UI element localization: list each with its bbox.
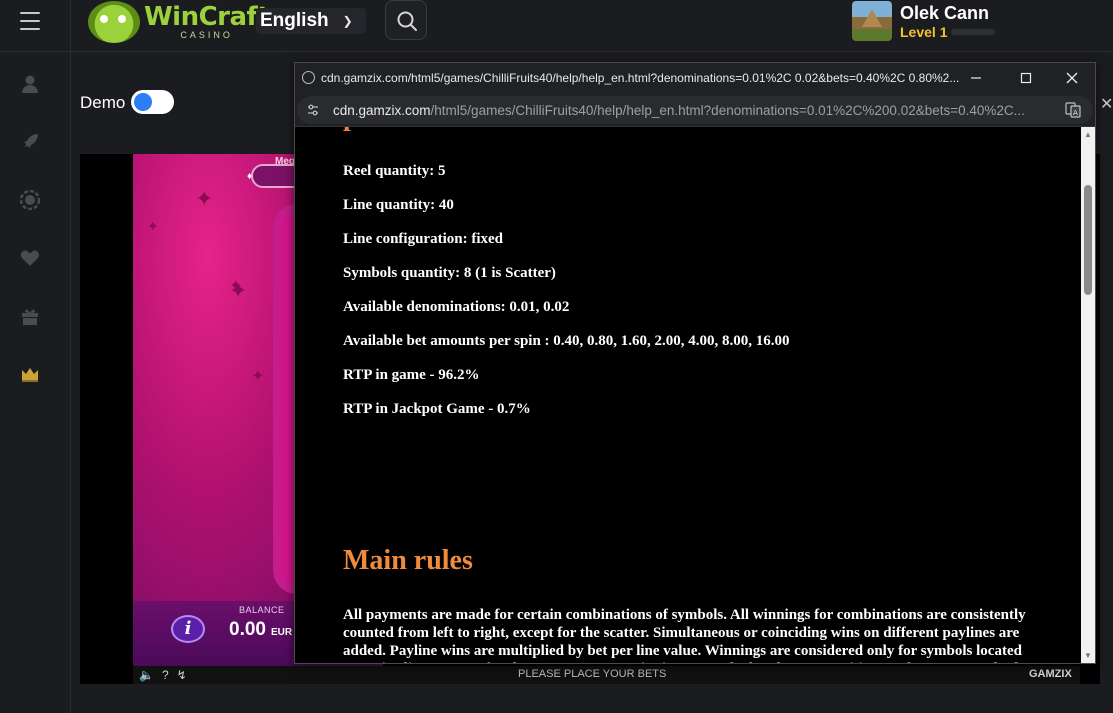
- minimize-button[interactable]: [961, 66, 991, 90]
- user-name: Olek Cann: [900, 2, 990, 23]
- sound-icon[interactable]: 🔈: [139, 668, 154, 682]
- scroll-up-arrow-icon[interactable]: ▲: [1084, 130, 1092, 139]
- rocket-icon[interactable]: [20, 132, 40, 152]
- scrollbar[interactable]: ▲ ▼: [1081, 127, 1095, 663]
- sparkle-icon: ✦: [251, 368, 265, 385]
- top-header: WinCraft CASINO English ❯ Olek Cann Leve…: [0, 0, 1113, 52]
- balance-currency: EUR: [271, 627, 293, 638]
- footer-brand: GAMZIX: [1029, 668, 1072, 680]
- main-rules-heading: Main rules: [343, 545, 473, 576]
- site-settings-icon[interactable]: [307, 104, 319, 116]
- level-progress-bar: [951, 28, 996, 35]
- maximize-button[interactable]: [1011, 66, 1041, 90]
- window-titlebar[interactable]: cdn.gamzix.com/html5/games/ChilliFruits4…: [295, 63, 1095, 93]
- logo-brand: WinCraft: [144, 2, 270, 32]
- globe-icon: [302, 71, 315, 84]
- help-popup-window: cdn.gamzix.com/html5/games/ChilliFruits4…: [294, 62, 1096, 664]
- sparkle-icon: ✦: [229, 278, 248, 303]
- param-symbols-quantity: Symbols quantity: 8 (1 is Scatter): [343, 265, 556, 281]
- toggle-knob: [134, 93, 152, 111]
- game-footer: 🔈 ? ↯ PLEASE PLACE YOUR BETS GAMZIX: [133, 666, 1080, 684]
- scroll-down-arrow-icon[interactable]: ▼: [1084, 651, 1092, 660]
- help-content: p Reel quantity: 5 Line quantity: 40 Lin…: [295, 127, 1081, 663]
- hamburger-icon[interactable]: [20, 12, 40, 30]
- language-label: English: [260, 10, 329, 31]
- param-rtp-game: RTP in game - 96.2%: [343, 367, 480, 383]
- logo-mascot-icon: [88, 1, 140, 43]
- param-line-quantity: Line quantity: 40: [343, 197, 454, 213]
- scroll-thumb[interactable]: [1084, 185, 1092, 295]
- param-denominations: Available denominations: 0.01, 0.02: [343, 299, 570, 315]
- demo-label: Demo: [80, 93, 126, 112]
- sparkle-icon: ✦: [195, 186, 214, 211]
- logo-sub: CASINO: [180, 30, 233, 40]
- close-button[interactable]: [1057, 66, 1087, 90]
- close-icon[interactable]: ✕: [1100, 94, 1113, 114]
- user-profile[interactable]: Olek Cann Level 1: [852, 0, 996, 42]
- sidebar-divider: [70, 0, 71, 713]
- param-rtp-jackpot: RTP in Jackpot Game - 0.7%: [343, 401, 531, 417]
- user-icon[interactable]: [20, 74, 40, 94]
- search-button[interactable]: [385, 0, 427, 40]
- param-bet-amounts: Available bet amounts per spin : 0.40, 0…: [343, 333, 790, 349]
- search-icon: [397, 11, 417, 31]
- logo[interactable]: WinCraft CASINO: [88, 0, 270, 44]
- heart-icon[interactable]: [20, 248, 40, 268]
- param-reel-quantity: Reel quantity: 5: [343, 163, 446, 179]
- crown-icon[interactable]: [20, 364, 40, 384]
- help-icon[interactable]: ?: [162, 668, 169, 682]
- info-button[interactable]: i: [171, 615, 205, 643]
- balance-value: 0.00: [229, 619, 266, 640]
- footer-message: PLEASE PLACE YOUR BETS: [518, 668, 667, 680]
- casino-chip-icon[interactable]: [20, 190, 40, 210]
- balance-label: BALANCE: [239, 605, 285, 615]
- window-title: cdn.gamzix.com/html5/games/ChilliFruits4…: [321, 71, 960, 85]
- param-line-configuration: Line configuration: fixed: [343, 231, 503, 247]
- svg-text:A: A: [1073, 109, 1078, 117]
- section-heading-partial: p: [343, 127, 359, 133]
- main-rules-text: All payments are made for certain combin…: [343, 607, 1029, 663]
- url-path: /html5/games/ChilliFruits40/help/help_en…: [430, 103, 1025, 118]
- user-level: Level 1: [900, 23, 948, 40]
- diamond-icon: ♦: [247, 171, 253, 182]
- demo-toggle[interactable]: [131, 90, 174, 114]
- address-bar: cdn.gamzix.com/html5/games/ChilliFruits4…: [295, 93, 1095, 127]
- mega-label: Meg: [275, 156, 295, 167]
- url-host: cdn.gamzix.com: [333, 103, 431, 118]
- chevron-down-icon: ❯: [342, 14, 353, 28]
- turbo-icon[interactable]: ↯: [177, 668, 187, 682]
- language-selector[interactable]: English ❯: [256, 8, 366, 34]
- gift-icon[interactable]: [20, 306, 40, 326]
- url-field[interactable]: cdn.gamzix.com/html5/games/ChilliFruits4…: [297, 96, 1093, 124]
- translate-icon[interactable]: A: [1065, 102, 1081, 118]
- avatar[interactable]: [852, 1, 892, 41]
- sparkle-icon: ✦: [147, 218, 159, 234]
